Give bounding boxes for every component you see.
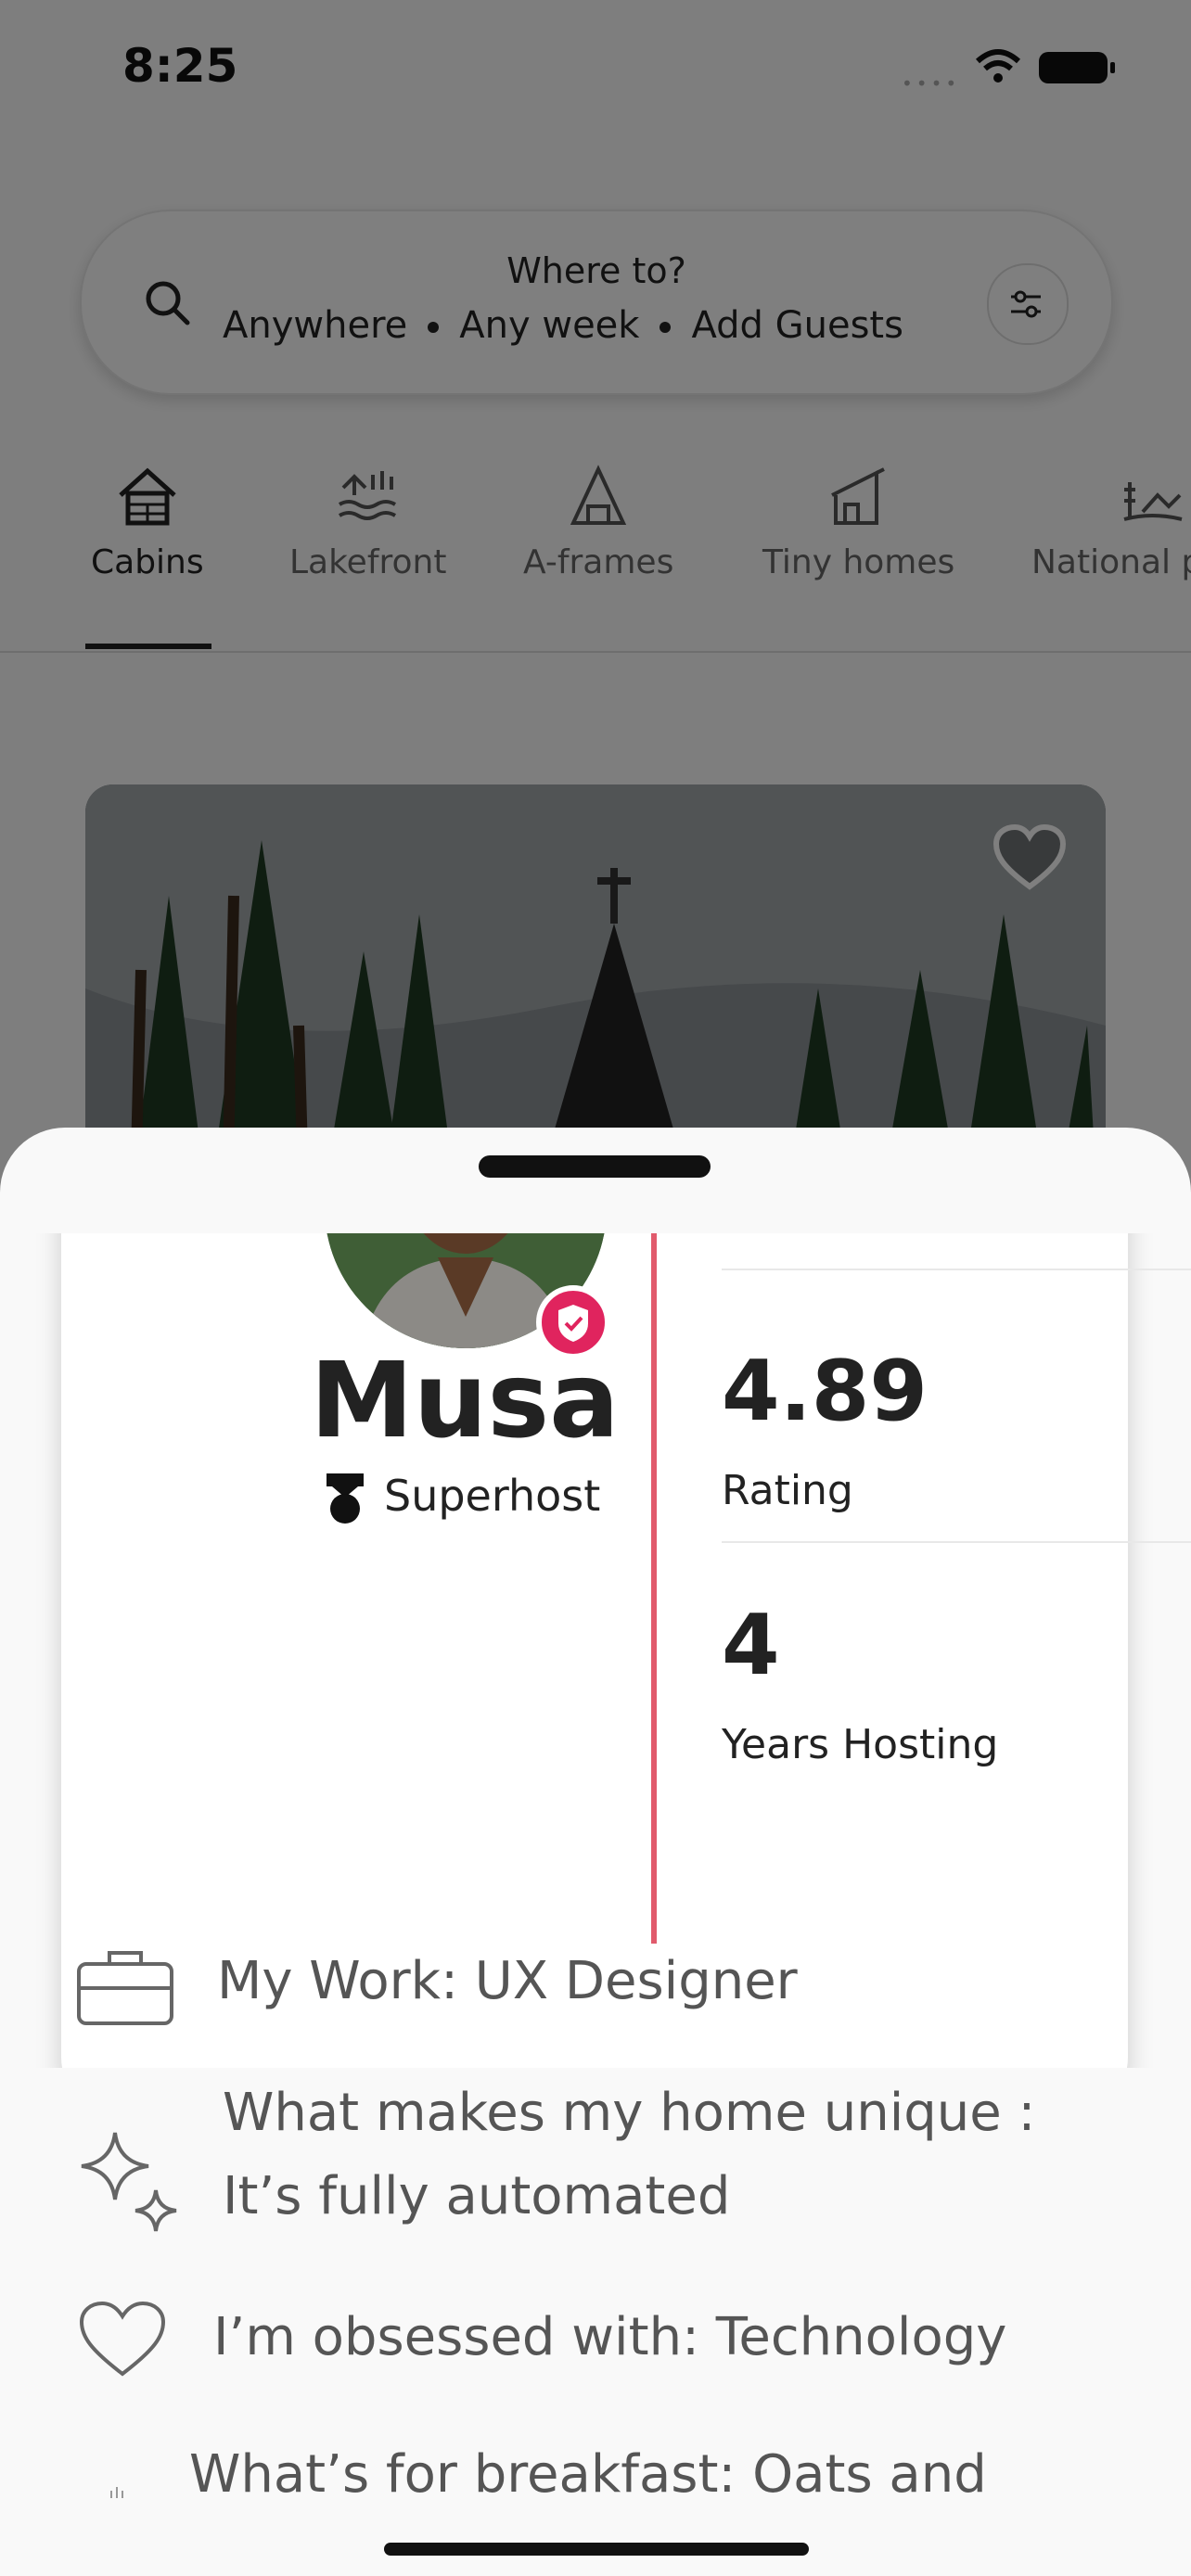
rating-label: Rating	[722, 1467, 853, 1514]
about-obsessed: I’m obsessed with: Technology	[74, 2292, 1141, 2377]
years-hosting-label: Years Hosting	[722, 1721, 999, 1768]
about-work: My Work: UX Designer	[74, 1936, 1141, 2025]
superhost-badge: Superhost	[327, 1471, 600, 1525]
about-work-text: My Work: UX Designer	[217, 1951, 798, 2011]
about-unique-line2: It’s fully automated	[223, 2166, 731, 2226]
medal-icon	[327, 1473, 364, 1524]
sparkles-icon	[81, 2132, 177, 2232]
about-unique-line1: What makes my home unique :	[223, 2083, 1036, 2143]
years-hosting-value: 4	[722, 1597, 780, 1694]
heart-icon	[79, 2301, 166, 2377]
briefcase-icon	[77, 1951, 173, 2025]
home-indicator[interactable]	[384, 2543, 809, 2556]
card-divider	[651, 1233, 657, 1944]
about-obsessed-text: I’m obsessed with: Technology	[213, 2307, 1007, 2367]
rating-value: 4.89	[722, 1343, 928, 1440]
about-breakfast: What’s for breakfast: Oats and	[74, 2429, 1141, 2513]
stat-divider	[722, 1269, 1191, 1270]
about-breakfast-text: What’s for breakfast: Oats and	[189, 2444, 987, 2505]
stat-divider	[722, 1541, 1191, 1543]
host-bottom-sheet: Musa Superhost 4.89 Rating 4 Years Hosti…	[0, 1128, 1191, 2576]
shield-check-icon	[558, 1305, 588, 1342]
sheet-grabber[interactable]	[479, 1155, 711, 1178]
breakfast-icon	[110, 2487, 123, 2498]
about-unique: What makes my home unique : It’s fully a…	[74, 2068, 1141, 2244]
superhost-label: Superhost	[384, 1471, 601, 1521]
